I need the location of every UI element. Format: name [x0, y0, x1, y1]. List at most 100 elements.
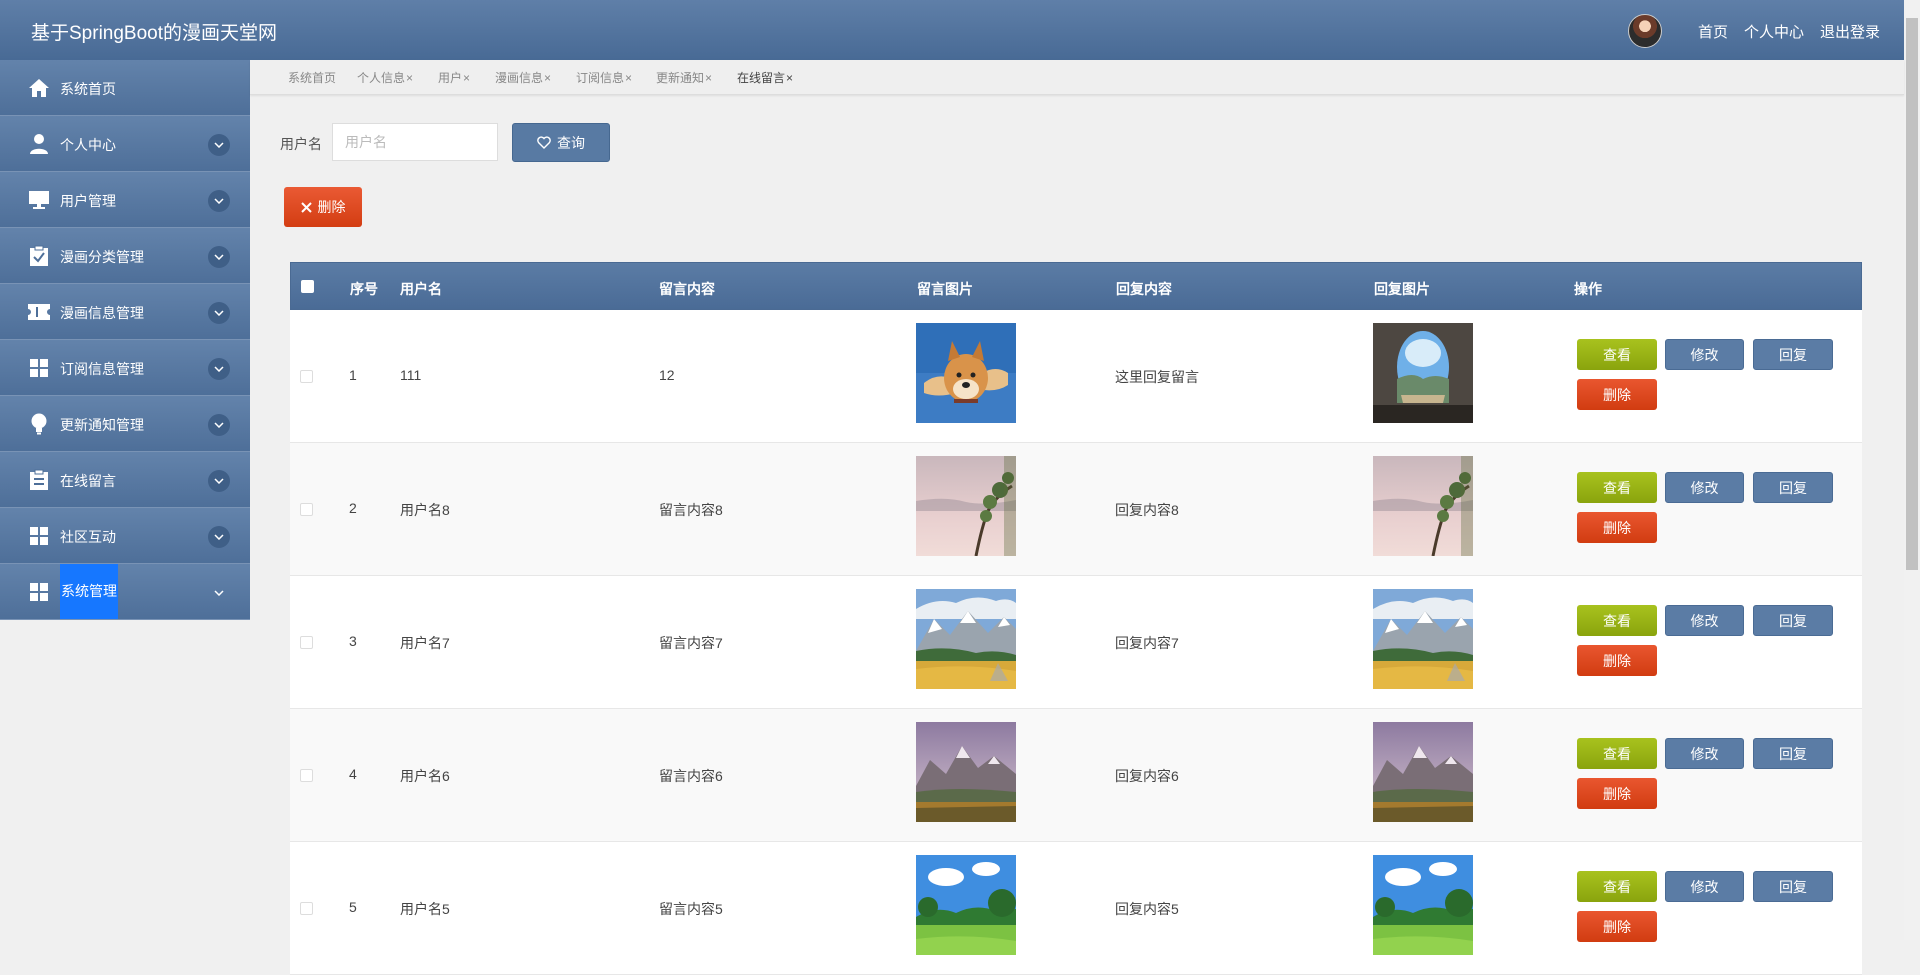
chevron-down-icon[interactable] [208, 302, 230, 324]
ticket-icon [27, 300, 51, 324]
chevron-down-icon[interactable] [208, 246, 230, 268]
tab-close-icon[interactable]: × [705, 71, 712, 85]
sidebar-item-label: 系统管理 [60, 564, 118, 619]
delete-button[interactable]: 删除 [1577, 778, 1657, 809]
sidebar-item[interactable]: 个人中心 [0, 116, 250, 172]
row-checkbox[interactable] [300, 636, 313, 649]
row-reply: 这里回复留言 [1115, 369, 1199, 385]
tab[interactable]: 系统首页 [288, 69, 336, 86]
row-index: 3 [349, 633, 357, 649]
view-button[interactable]: 查看 [1577, 605, 1657, 636]
bulb-icon [27, 412, 51, 436]
tab-label: 漫画信息 [495, 71, 544, 85]
view-button[interactable]: 查看 [1577, 472, 1657, 503]
tab[interactable]: 订阅信息× [576, 69, 632, 86]
delete-button[interactable]: 删除 [1577, 379, 1657, 410]
col-index: 序号 [350, 281, 378, 297]
table-header: 序号 用户名 留言内容 留言图片 回复内容 回复图片 操作 [290, 262, 1862, 310]
nav-logout-link[interactable]: 退出登录 [1820, 21, 1880, 42]
tab[interactable]: 更新通知× [656, 69, 712, 86]
batch-delete-button[interactable]: 删除 [284, 187, 362, 227]
view-button[interactable]: 查看 [1577, 339, 1657, 370]
avatar[interactable] [1627, 14, 1662, 48]
table-row: 2 用户名8 留言内容8 回复内容8 查看 修改 回复 删除 [290, 443, 1862, 576]
edit-button[interactable]: 修改 [1665, 738, 1744, 769]
tab[interactable]: 在线留言× [737, 69, 793, 86]
col-actions: 操作 [1574, 281, 1602, 297]
sidebar-item[interactable]: 漫画分类管理 [0, 228, 250, 284]
reply-image [1373, 589, 1473, 689]
delete-button[interactable]: 删除 [1577, 512, 1657, 543]
chevron-down-icon[interactable] [208, 470, 230, 492]
view-button[interactable]: 查看 [1577, 738, 1657, 769]
chevron-down-icon[interactable] [208, 414, 230, 436]
chevron-down-icon[interactable] [208, 134, 230, 156]
scrollbar-thumb[interactable] [1906, 18, 1918, 570]
batch-delete-label: 删除 [317, 199, 346, 215]
view-button[interactable]: 查看 [1577, 871, 1657, 902]
chevron-down-icon[interactable] [208, 526, 230, 548]
row-index: 4 [349, 766, 357, 782]
row-checkbox[interactable] [300, 370, 313, 383]
tab-close-icon[interactable]: × [544, 71, 551, 85]
message-image [916, 456, 1016, 557]
delete-button[interactable]: 删除 [1577, 645, 1657, 676]
reply-image [1373, 722, 1473, 822]
message-table: 序号 用户名 留言内容 留言图片 回复内容 回复图片 操作 1 111 12 这里回复… [290, 262, 1862, 975]
row-username: 用户名5 [400, 901, 450, 917]
nav-home-link[interactable]: 首页 [1698, 21, 1728, 42]
row-content: 留言内容6 [659, 768, 723, 784]
clipboard-check-icon [27, 244, 51, 268]
chevron-down-icon[interactable] [208, 582, 230, 604]
sidebar-item[interactable]: 系统管理 [0, 564, 250, 620]
sidebar-item[interactable]: 用户管理 [0, 172, 250, 228]
home-icon [27, 76, 51, 100]
top-bar: 基于SpringBoot的漫画天堂网 首页 个人中心 退出登录 [0, 0, 1904, 60]
edit-button[interactable]: 修改 [1665, 605, 1744, 636]
delete-button[interactable]: 删除 [1577, 911, 1657, 942]
select-all-checkbox[interactable] [301, 280, 314, 293]
query-button[interactable]: 查询 [512, 123, 610, 162]
sidebar-item[interactable]: 系统首页 [0, 60, 250, 116]
row-checkbox[interactable] [300, 503, 313, 516]
table-row: 5 用户名5 留言内容5 回复内容5 查看 修改 回复 删除 [290, 842, 1862, 975]
tab-close-icon[interactable]: × [406, 71, 413, 85]
chevron-down-icon[interactable] [208, 190, 230, 212]
table-body: 1 111 12 这里回复留言 查看 修改 回复 删除 2 用户名8 留言内容8 回复内容8 查看 修改回… [290, 310, 1862, 975]
edit-button[interactable]: 修改 [1665, 339, 1744, 370]
reply-button[interactable]: 回复 [1753, 339, 1833, 370]
tab[interactable]: 漫画信息× [495, 69, 551, 86]
edit-button[interactable]: 修改 [1665, 871, 1744, 902]
tab[interactable]: 用户× [438, 69, 470, 86]
sidebar-item[interactable]: 漫画信息管理 [0, 284, 250, 340]
reply-button[interactable]: 回复 [1753, 738, 1833, 769]
sidebar-item[interactable]: 订阅信息管理 [0, 340, 250, 396]
tab-close-icon[interactable]: × [786, 71, 793, 85]
row-index: 2 [349, 500, 357, 516]
sidebar-item[interactable]: 在线留言 [0, 452, 250, 508]
tab-close-icon[interactable]: × [625, 71, 632, 85]
sidebar-item[interactable]: 社区互动 [0, 508, 250, 564]
page-scrollbar[interactable] [1904, 0, 1920, 940]
reply-button[interactable]: 回复 [1753, 871, 1833, 902]
chevron-down-icon[interactable] [208, 358, 230, 380]
close-icon [300, 201, 312, 213]
row-reply: 回复内容8 [1115, 502, 1179, 518]
query-button-label: 查询 [557, 134, 585, 151]
reply-button[interactable]: 回复 [1753, 472, 1833, 503]
username-search-input[interactable] [332, 123, 498, 161]
row-index: 1 [349, 367, 357, 383]
col-content: 留言内容 [659, 281, 715, 297]
row-checkbox[interactable] [300, 902, 313, 915]
nav-profile-link[interactable]: 个人中心 [1744, 21, 1804, 42]
row-checkbox[interactable] [300, 769, 313, 782]
sidebar-item-label: 在线留言 [60, 473, 116, 489]
sidebar-item[interactable]: 更新通知管理 [0, 396, 250, 452]
edit-button[interactable]: 修改 [1665, 472, 1744, 503]
message-image [916, 589, 1016, 689]
row-index: 5 [349, 899, 357, 915]
user-icon [27, 132, 51, 156]
tab-close-icon[interactable]: × [463, 71, 470, 85]
reply-button[interactable]: 回复 [1753, 605, 1833, 636]
tab[interactable]: 个人信息× [357, 69, 413, 86]
